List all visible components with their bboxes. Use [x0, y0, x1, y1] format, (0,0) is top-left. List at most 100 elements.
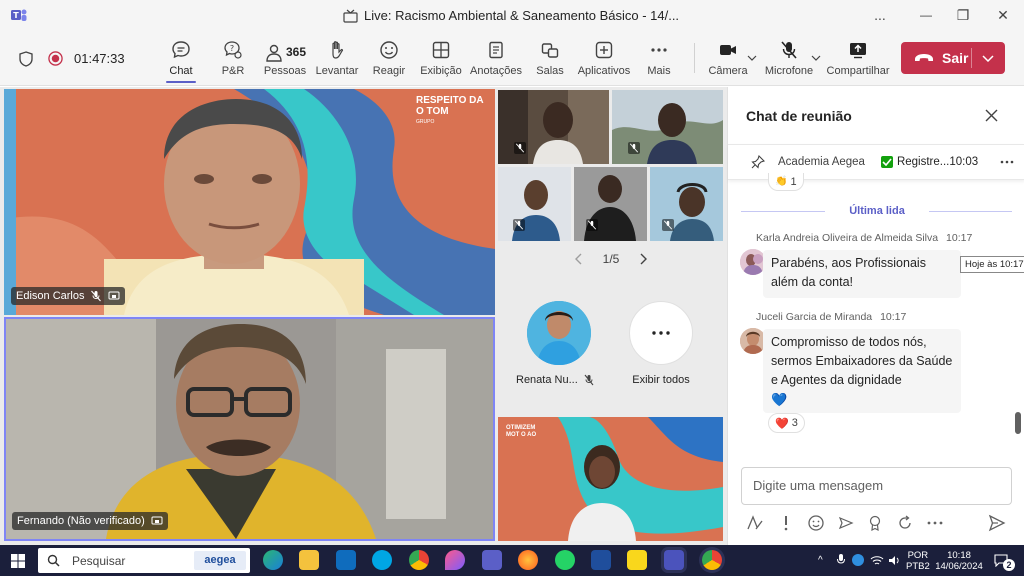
heart-reaction-icon: ❤️	[775, 417, 789, 430]
people-button[interactable]: 365 Pessoas	[262, 31, 308, 86]
priority-icon[interactable]	[777, 514, 795, 532]
skype-icon[interactable]	[372, 550, 392, 570]
avatar[interactable]	[527, 301, 591, 365]
plus-icon	[595, 41, 613, 59]
gallery-tile-2[interactable]	[612, 90, 723, 164]
participant-renata: Renata Nu...	[516, 374, 594, 386]
video-tile-fernando[interactable]: Fernando (Não verificado)	[4, 317, 495, 541]
chat-button[interactable]: Chat	[163, 31, 199, 86]
chrome-active-icon[interactable]	[702, 550, 722, 570]
teams-app-icon: T	[11, 8, 27, 22]
chat-message[interactable]: Compromisso de todos nós, sermos Embaixa…	[763, 329, 961, 413]
praise-icon[interactable]	[866, 514, 884, 532]
chat-panel: Chat de reunião Academia Aegea Registre.…	[727, 87, 1024, 545]
camera-chevron-down-icon[interactable]	[747, 53, 757, 63]
close-icon[interactable]	[983, 107, 999, 123]
renata-avatar-image	[527, 301, 591, 365]
last-read-label: Última lida	[849, 205, 905, 217]
banner-text: RESPEITO DA O TOM	[416, 95, 484, 117]
leave-button[interactable]: Sair	[901, 42, 1005, 74]
mic-chevron-down-icon[interactable]	[811, 53, 821, 63]
view-label: Exibição	[420, 65, 462, 77]
chevron-right-icon[interactable]	[639, 253, 647, 265]
file-explorer-icon[interactable]	[299, 550, 319, 570]
blue-heart-emoji: 💙	[771, 392, 788, 407]
chevron-left-icon[interactable]	[575, 253, 583, 265]
video-tile-edison[interactable]: RESPEITO DA O TOM GRUPO Edison Carlos	[4, 89, 495, 315]
pager-text: 1/5	[602, 252, 620, 266]
reaction-chip[interactable]: 👏 1	[768, 173, 804, 191]
gallery-tile-5[interactable]	[650, 167, 723, 241]
people-icon	[266, 44, 282, 62]
react-button[interactable]: Reagir	[370, 31, 408, 86]
camera-button[interactable]: Câmera	[707, 31, 749, 86]
more-icon[interactable]	[926, 514, 944, 532]
view-button[interactable]: Exibição	[419, 31, 463, 86]
share-screen-icon	[151, 515, 163, 527]
sticky-notes-icon[interactable]	[627, 550, 647, 570]
clap-icon: 👏	[775, 176, 788, 187]
windows-start-icon[interactable]	[10, 553, 25, 568]
loop-icon[interactable]	[896, 514, 914, 532]
reaction-chip[interactable]: ❤️ 3	[768, 413, 805, 433]
chat-scrollbar-thumb[interactable]	[1015, 412, 1021, 434]
chevron-up-icon[interactable]: ^	[818, 555, 823, 566]
outlook-icon[interactable]	[336, 550, 356, 570]
app-drop-icon[interactable]	[445, 550, 465, 570]
taskbar-search[interactable]: Pesquisar aegea	[38, 548, 250, 573]
wifi-icon[interactable]	[870, 554, 884, 566]
mic-off-icon	[628, 142, 640, 154]
show-all-label: Exibir todos	[632, 374, 690, 386]
send-icon[interactable]	[988, 514, 1006, 532]
shield-icon[interactable]	[18, 50, 34, 68]
firefox-icon[interactable]	[518, 550, 538, 570]
mic-off-icon	[584, 374, 594, 386]
mic-tray-icon[interactable]	[836, 554, 846, 566]
microphone-button[interactable]: Microfone	[765, 31, 813, 86]
send-later-icon[interactable]	[837, 514, 855, 532]
notes-button[interactable]: Anotações	[470, 31, 522, 86]
language-indicator[interactable]: POR PTB2	[906, 550, 930, 572]
minimize-button[interactable]: —	[917, 6, 935, 24]
leave-label: Sair	[942, 50, 969, 66]
gallery-tile-1[interactable]	[498, 90, 609, 164]
toolbar-divider	[694, 43, 695, 73]
gallery-tile-4[interactable]	[574, 167, 647, 241]
leave-chevron-down-icon[interactable]	[982, 54, 994, 62]
chat-message[interactable]: Parabéns, aos Profissionais além da cont…	[763, 250, 961, 298]
emoji-icon[interactable]	[807, 514, 825, 532]
message-time: 10:17	[880, 311, 907, 323]
video-tile-speaker[interactable]: OTIMIZEM MOT O AO	[498, 417, 723, 541]
security-app-icon[interactable]	[591, 550, 611, 570]
more-icon[interactable]	[1000, 155, 1014, 169]
more-label: Mais	[647, 65, 671, 77]
close-window-button[interactable]: ✕	[994, 6, 1012, 24]
whatsapp-icon[interactable]	[555, 550, 575, 570]
teams-active-icon[interactable]	[664, 550, 684, 570]
qa-button[interactable]: ? P&R	[215, 31, 251, 86]
more-options-button[interactable]: ...	[871, 6, 889, 24]
volume-icon[interactable]	[888, 554, 902, 566]
reaction-count: 1	[790, 175, 797, 188]
format-icon[interactable]	[746, 514, 764, 532]
message-input[interactable]: Digite uma mensagem	[741, 467, 1012, 505]
apps-button[interactable]: Aplicativos	[577, 31, 631, 86]
clock[interactable]: 10:18 14/06/2024	[934, 550, 984, 572]
edge-icon[interactable]	[263, 550, 283, 570]
restore-button[interactable]: ❐	[954, 6, 972, 24]
share-button[interactable]: Compartilhar	[827, 31, 889, 86]
grid-icon	[432, 41, 450, 59]
question-icon: ?	[224, 41, 242, 59]
chrome-icon[interactable]	[409, 550, 429, 570]
rooms-button[interactable]: Salas	[533, 31, 567, 86]
gallery-tile-3[interactable]	[498, 167, 571, 241]
pinned-time: 10:03	[949, 156, 979, 168]
react-label: Reagir	[372, 65, 406, 77]
teams-icon[interactable]	[482, 550, 502, 570]
show-all-button[interactable]	[629, 301, 693, 365]
more-button[interactable]: Mais	[645, 31, 673, 86]
phone-hangup-icon	[914, 52, 934, 64]
raise-hand-button[interactable]: Levantar	[316, 31, 358, 86]
network-app-icon[interactable]	[852, 554, 864, 566]
camera-label: Câmera	[708, 65, 748, 77]
